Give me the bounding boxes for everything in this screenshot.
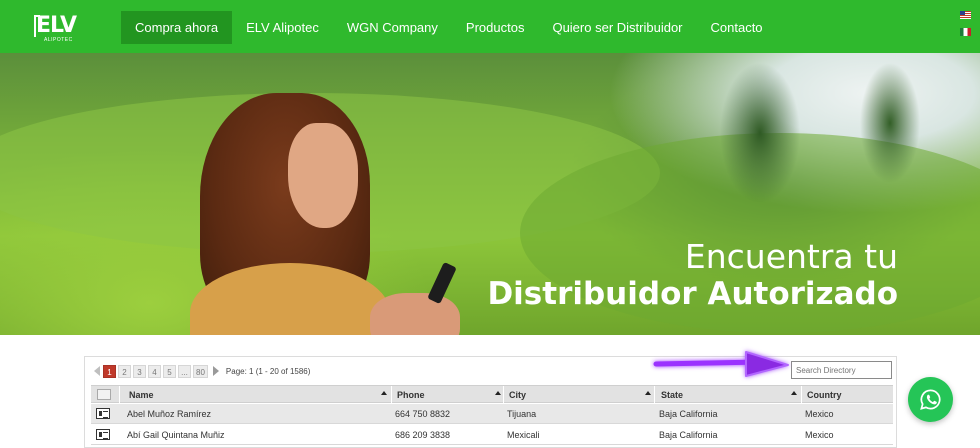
whatsapp-icon — [920, 389, 941, 410]
column-divider — [654, 386, 655, 404]
column-divider — [391, 386, 392, 404]
page-link[interactable]: 4 — [148, 364, 161, 378]
woman-with-phone-image — [160, 93, 460, 335]
hero-heading-line1: Encuentra tu — [684, 237, 898, 276]
main-nav: Compra ahora ELV Alipotec WGN Company Pr… — [121, 11, 777, 44]
prev-page-icon[interactable] — [94, 366, 100, 376]
cell-phone: 664 750 8832 — [395, 409, 451, 419]
logo-text: ELV — [36, 13, 77, 38]
column-header-name[interactable]: Name — [129, 386, 154, 404]
hero-heading-line2: Distribuidor Autorizado — [487, 276, 898, 312]
cell-country: Mexico — [805, 409, 834, 419]
mexico-flag-icon[interactable] — [960, 28, 971, 36]
arm-shape — [370, 293, 460, 335]
elv-logo[interactable]: ELV ALIPOTEC — [34, 13, 78, 43]
cell-name: Abel Muñoz Ramírez — [127, 409, 212, 419]
nav-wgn-company[interactable]: WGN Company — [333, 11, 452, 44]
sort-ascending-icon[interactable] — [645, 391, 651, 395]
logo-subtext: ALIPOTEC — [44, 37, 73, 43]
column-header-city[interactable]: City — [509, 386, 526, 404]
cell-city: Tijuana — [507, 409, 537, 419]
page-ellipsis: ... — [178, 364, 191, 378]
page-link[interactable]: 5 — [163, 364, 176, 378]
hero-banner: Encuentra tu Distribuidor Autorizado — [0, 53, 980, 335]
page-link[interactable]: 80 — [193, 364, 208, 378]
pagination: 1 2 3 4 5 ... 80 Page: 1 (1 - 20 of 1586… — [91, 364, 310, 378]
column-divider — [503, 386, 504, 404]
table-header: Name Phone City State Country — [91, 385, 893, 404]
face-shape — [288, 123, 358, 228]
nav-compra-ahora[interactable]: Compra ahora — [121, 11, 233, 44]
column-header-phone[interactable]: Phone — [397, 386, 425, 404]
page-link[interactable]: 1 — [103, 364, 116, 378]
contact-card-icon — [97, 389, 111, 400]
column-header-state[interactable]: State — [661, 386, 683, 404]
page-link[interactable]: 3 — [133, 364, 146, 378]
sort-ascending-icon[interactable] — [495, 391, 501, 395]
cell-state: Baja California — [659, 409, 718, 419]
column-header-country[interactable]: Country — [807, 386, 842, 404]
sort-ascending-icon[interactable] — [791, 391, 797, 395]
cell-city: Mexicali — [507, 430, 540, 440]
arrow-right-icon — [653, 351, 789, 377]
next-page-icon[interactable] — [212, 366, 219, 376]
nav-productos[interactable]: Productos — [452, 11, 539, 44]
hero-heading: Encuentra tu Distribuidor Autorizado — [487, 237, 898, 313]
cell-phone: 686 209 3838 — [395, 430, 451, 440]
phone-shape — [427, 261, 457, 305]
column-divider — [119, 386, 120, 404]
contact-card-icon[interactable] — [96, 429, 110, 440]
cell-name: Abí Gail Quintana Muñiz — [127, 430, 225, 440]
table-row[interactable]: Abí Gail Quintana Muñiz 686 209 3838 Mex… — [91, 425, 893, 445]
nav-elv-alipotec[interactable]: ELV Alipotec — [232, 11, 333, 44]
cell-country: Mexico — [805, 430, 834, 440]
search-directory-input[interactable] — [791, 361, 892, 379]
table-row[interactable]: Abel Muñoz Ramírez 664 750 8832 Tijuana … — [91, 404, 893, 424]
us-flag-icon[interactable] — [960, 11, 971, 19]
whatsapp-button[interactable] — [908, 377, 953, 422]
column-divider — [801, 386, 802, 404]
page-link[interactable]: 2 — [118, 364, 131, 378]
top-navbar: ELV ALIPOTEC Compra ahora ELV Alipotec W… — [0, 0, 980, 53]
nav-quiero-ser-distribuidor[interactable]: Quiero ser Distribuidor — [538, 11, 696, 44]
sort-ascending-icon[interactable] — [381, 391, 387, 395]
contact-card-icon[interactable] — [96, 408, 110, 419]
nav-contacto[interactable]: Contacto — [697, 11, 777, 44]
page-info: Page: 1 (1 - 20 of 1586) — [225, 366, 311, 376]
cell-state: Baja California — [659, 430, 718, 440]
trees-shape — [700, 53, 980, 203]
